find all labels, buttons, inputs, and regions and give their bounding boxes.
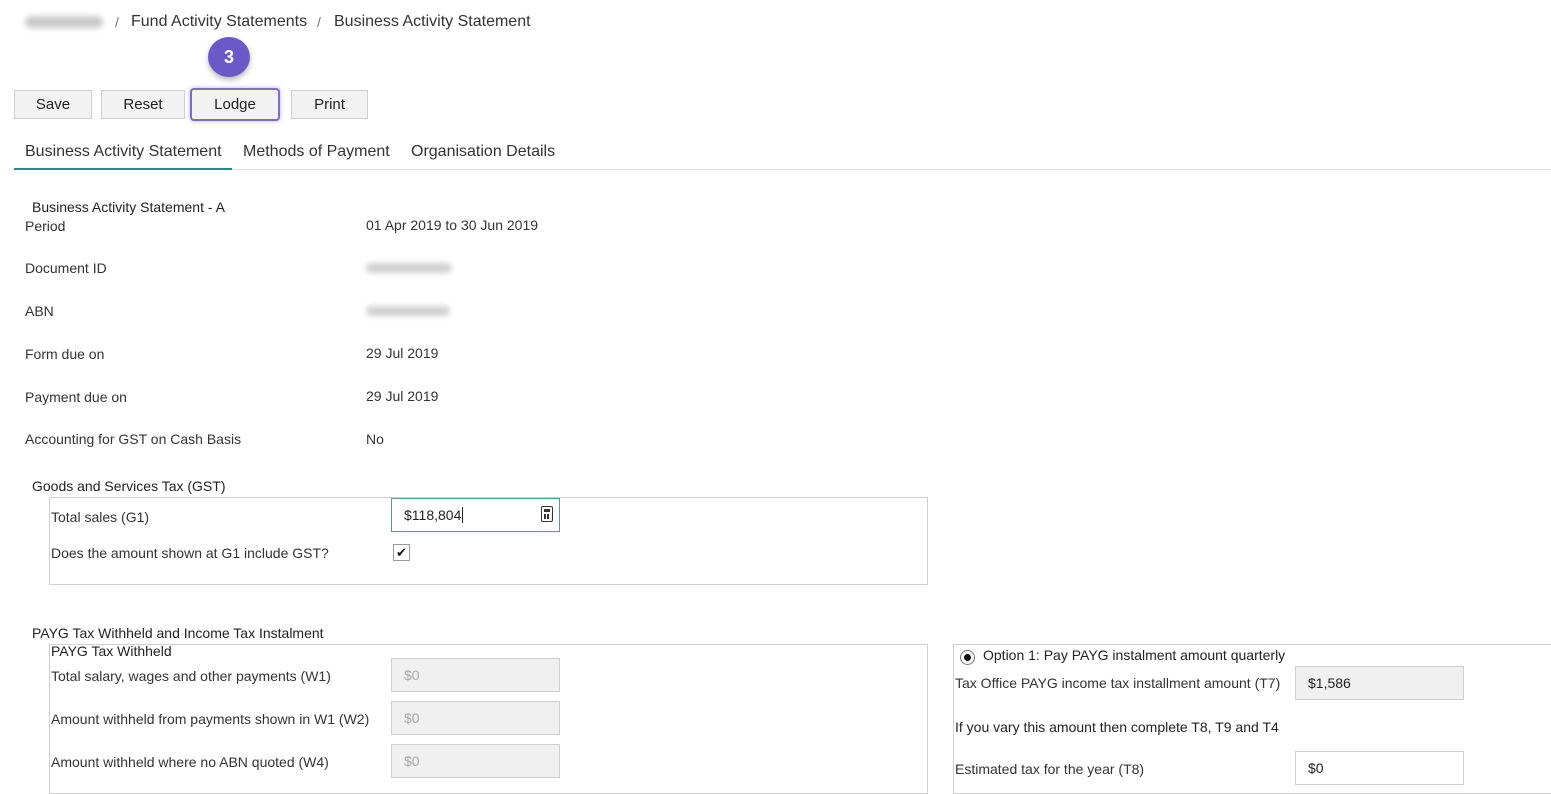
save-button[interactable]: Save [14, 90, 92, 119]
option1-radio[interactable] [960, 650, 975, 665]
w1-value: $0 [404, 667, 420, 683]
breadcrumb-business-activity-statement: Business Activity Statement [334, 13, 531, 30]
form-due-label: Form due on [25, 346, 105, 362]
abn-value-blurred [366, 306, 450, 316]
gst-heading: Goods and Services Tax (GST) [32, 478, 226, 494]
includes-gst-checkbox[interactable]: ✔ [393, 544, 410, 561]
t7-label: Tax Office PAYG income tax installment a… [955, 675, 1281, 691]
breadcrumb-separator: / [317, 14, 321, 30]
step-number-badge: 3 [208, 37, 250, 77]
w1-input[interactable]: $0 [391, 658, 560, 692]
w2-input[interactable]: $0 [391, 701, 560, 735]
period-label: Period [25, 218, 66, 234]
t8-input[interactable]: $0 [1295, 751, 1464, 785]
t7-input[interactable]: $1,586 [1295, 666, 1464, 700]
w2-value: $0 [404, 710, 420, 726]
statement-heading: Business Activity Statement - A [32, 199, 225, 215]
total-sales-input[interactable]: $118,804 [391, 498, 560, 532]
payg-withheld-heading: PAYG Tax Withheld [51, 643, 172, 659]
gst-cash-basis-label: Accounting for GST on Cash Basis [25, 431, 242, 447]
tab-business-activity-statement[interactable]: Business Activity Statement [25, 143, 222, 161]
includes-gst-label: Does the amount shown at G1 include GST? [51, 545, 329, 561]
payment-due-value: 29 Jul 2019 [366, 388, 439, 404]
total-sales-label: Total sales (G1) [51, 509, 150, 525]
text-caret [462, 507, 464, 523]
document-id-label: Document ID [25, 260, 107, 276]
w4-label: Amount withheld where no ABN quoted (W4) [51, 754, 329, 770]
w2-label: Amount withheld from payments shown in W… [51, 711, 370, 727]
option1-label: Option 1: Pay PAYG instalment amount qua… [983, 647, 1286, 663]
checkmark-icon: ✔ [396, 545, 407, 560]
breadcrumb-separator: / [115, 14, 119, 30]
tab-organisation-details[interactable]: Organisation Details [411, 143, 555, 161]
breadcrumb-root-blurred[interactable] [25, 16, 103, 28]
gst-cash-basis-value: No [366, 431, 384, 447]
lodge-button[interactable]: Lodge [190, 88, 280, 121]
calculator-icon[interactable] [541, 506, 553, 522]
form-due-value: 29 Jul 2019 [366, 345, 439, 361]
payg-heading: PAYG Tax Withheld and Income Tax Instalm… [32, 625, 324, 641]
abn-label: ABN [25, 303, 54, 319]
w1-label: Total salary, wages and other payments (… [51, 668, 331, 684]
total-sales-value: $118,804 [404, 507, 462, 523]
t8-label: Estimated tax for the year (T8) [955, 761, 1145, 777]
vary-note: If you vary this amount then complete T8… [955, 719, 1279, 735]
payment-due-label: Payment due on [25, 389, 127, 405]
document-id-value-blurred [366, 263, 452, 273]
tabs-divider [14, 169, 1551, 170]
period-value: 01 Apr 2019 to 30 Jun 2019 [366, 217, 539, 233]
active-tab-indicator [14, 168, 232, 170]
t7-value: $1,586 [1308, 675, 1351, 691]
radio-selected-dot [964, 654, 971, 661]
reset-button[interactable]: Reset [101, 90, 185, 119]
t8-value: $0 [1308, 760, 1324, 776]
w4-input[interactable]: $0 [391, 744, 560, 778]
tab-methods-of-payment[interactable]: Methods of Payment [243, 143, 390, 161]
print-button[interactable]: Print [291, 90, 368, 119]
breadcrumb-fund-activity-statements[interactable]: Fund Activity Statements [131, 13, 307, 31]
w4-value: $0 [404, 753, 420, 769]
